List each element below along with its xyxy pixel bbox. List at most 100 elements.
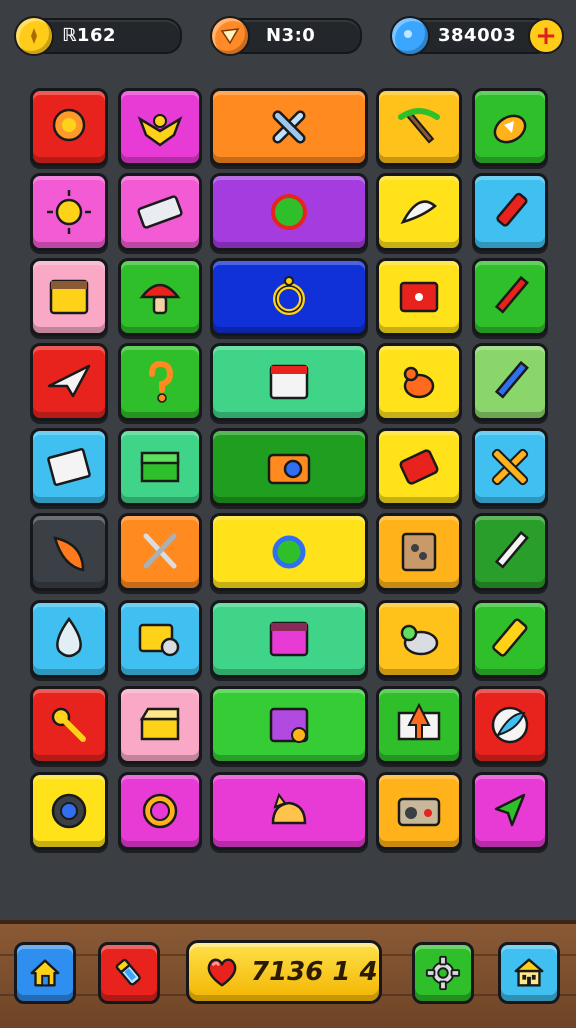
grid-tile[interactable] [118, 600, 202, 678]
home-icon [30, 959, 60, 987]
grid-tile[interactable] [472, 88, 548, 166]
grid-tile[interactable] [472, 173, 548, 251]
chest-icon [139, 707, 180, 741]
notepad-icon [47, 448, 91, 486]
grid-tile[interactable] [30, 343, 108, 421]
grid-tile[interactable] [376, 258, 462, 336]
gear-sun-icon [142, 793, 178, 829]
grid-tile[interactable] [376, 343, 462, 421]
heart-icon [207, 958, 237, 987]
calendar-sheet-icon [269, 364, 309, 400]
grid-tile[interactable] [118, 343, 202, 421]
brush-pen-icon [494, 530, 529, 569]
grid-tile[interactable] [118, 258, 202, 336]
radio-icon [397, 797, 441, 827]
gold-amount: ℝ162 [62, 25, 116, 46]
grid-tile[interactable] [472, 343, 548, 421]
crossed-bones-icon [272, 110, 306, 144]
grid-tile[interactable] [472, 600, 548, 678]
grid-tile[interactable] [30, 88, 108, 166]
keyboard-icon [137, 195, 183, 229]
town-hall-icon [514, 958, 544, 987]
tube-icon [115, 958, 141, 986]
feather-icon [491, 706, 529, 744]
grid-tile[interactable] [472, 258, 548, 336]
grid-tile[interactable] [376, 428, 462, 506]
x-mark-icon [491, 448, 529, 486]
grid-tile[interactable] [210, 258, 368, 336]
settings-button[interactable] [412, 942, 474, 1004]
grid-tile[interactable] [472, 772, 548, 850]
question-icon [149, 360, 174, 403]
gear-icon [425, 955, 461, 991]
score-panel[interactable]: 7136 1 4 [186, 940, 382, 1004]
pencil-icon [494, 275, 529, 314]
key-icon [51, 707, 86, 742]
paper-plane-icon [47, 364, 91, 398]
ring-icon [273, 276, 305, 315]
grid-tile[interactable] [472, 428, 548, 506]
no-leaf-icon [271, 194, 307, 230]
grid-tile[interactable] [210, 600, 368, 678]
grid-tile[interactable] [210, 88, 368, 166]
home-button[interactable] [14, 942, 76, 1004]
schedule-icon [269, 707, 309, 743]
grid-tile[interactable] [472, 513, 548, 591]
cursor-arrow-icon [494, 793, 526, 827]
grid-tile[interactable] [376, 772, 462, 850]
plus-icon: + [535, 21, 557, 51]
grid-tile[interactable] [376, 600, 462, 678]
speaker-box-icon [401, 532, 437, 572]
grid-tile[interactable] [30, 600, 108, 678]
grid-tile[interactable] [30, 686, 108, 764]
grid-tile[interactable] [376, 173, 462, 251]
grid-tile[interactable] [118, 428, 202, 506]
grid-tile[interactable] [30, 772, 108, 850]
grid-tile[interactable] [376, 513, 462, 591]
refresh-ring-icon [272, 535, 306, 569]
score-value: 7136 1 4 [251, 957, 378, 987]
grid-tile[interactable] [30, 513, 108, 591]
top-hud: ℝ162 N3:0 384003 + [0, 0, 576, 72]
bronze-coin-icon [210, 16, 250, 56]
shop-button[interactable] [98, 942, 160, 1004]
grid-tile[interactable] [210, 772, 368, 850]
water-drop-icon [56, 616, 82, 658]
grid-tile[interactable] [472, 686, 548, 764]
grid-tile[interactable] [210, 686, 368, 764]
photo-gallery-icon [138, 623, 180, 657]
add-gems-button[interactable]: + [528, 18, 564, 54]
grid-tile[interactable] [210, 513, 368, 591]
coin-amount: N3:0 [266, 25, 316, 46]
grid-tile[interactable] [30, 258, 108, 336]
dog-face-icon [271, 792, 307, 825]
blue-gem-icon [390, 16, 430, 56]
badge-icon [52, 108, 86, 142]
bird-icon [400, 624, 439, 656]
eagle-emblem-icon [137, 114, 183, 147]
arrow-flag-icon [397, 702, 441, 741]
grid-tile[interactable] [118, 513, 202, 591]
phone-icon [399, 449, 439, 485]
grid-tile[interactable] [376, 686, 462, 764]
grid-tile[interactable] [210, 173, 368, 251]
grid-tile[interactable] [30, 428, 108, 506]
grid-tile[interactable] [118, 772, 202, 850]
grid-tile[interactable] [210, 343, 368, 421]
grid-tile[interactable] [30, 173, 108, 251]
chicken-icon [403, 366, 435, 399]
grid-tile[interactable] [376, 88, 462, 166]
grid-tile[interactable] [118, 173, 202, 251]
town-button[interactable] [498, 942, 560, 1004]
grid-tile[interactable] [210, 428, 368, 506]
grid-tile[interactable] [118, 686, 202, 764]
grid-tile[interactable] [118, 88, 202, 166]
marker-pen-icon [496, 192, 528, 227]
calendar-icon [49, 279, 89, 315]
photo-card-icon [399, 281, 439, 313]
carrot-icon [53, 536, 85, 572]
rocket-icon [400, 200, 437, 225]
tools-icon [143, 533, 177, 569]
pickaxe-icon [398, 108, 440, 144]
sun-icon [47, 190, 91, 234]
